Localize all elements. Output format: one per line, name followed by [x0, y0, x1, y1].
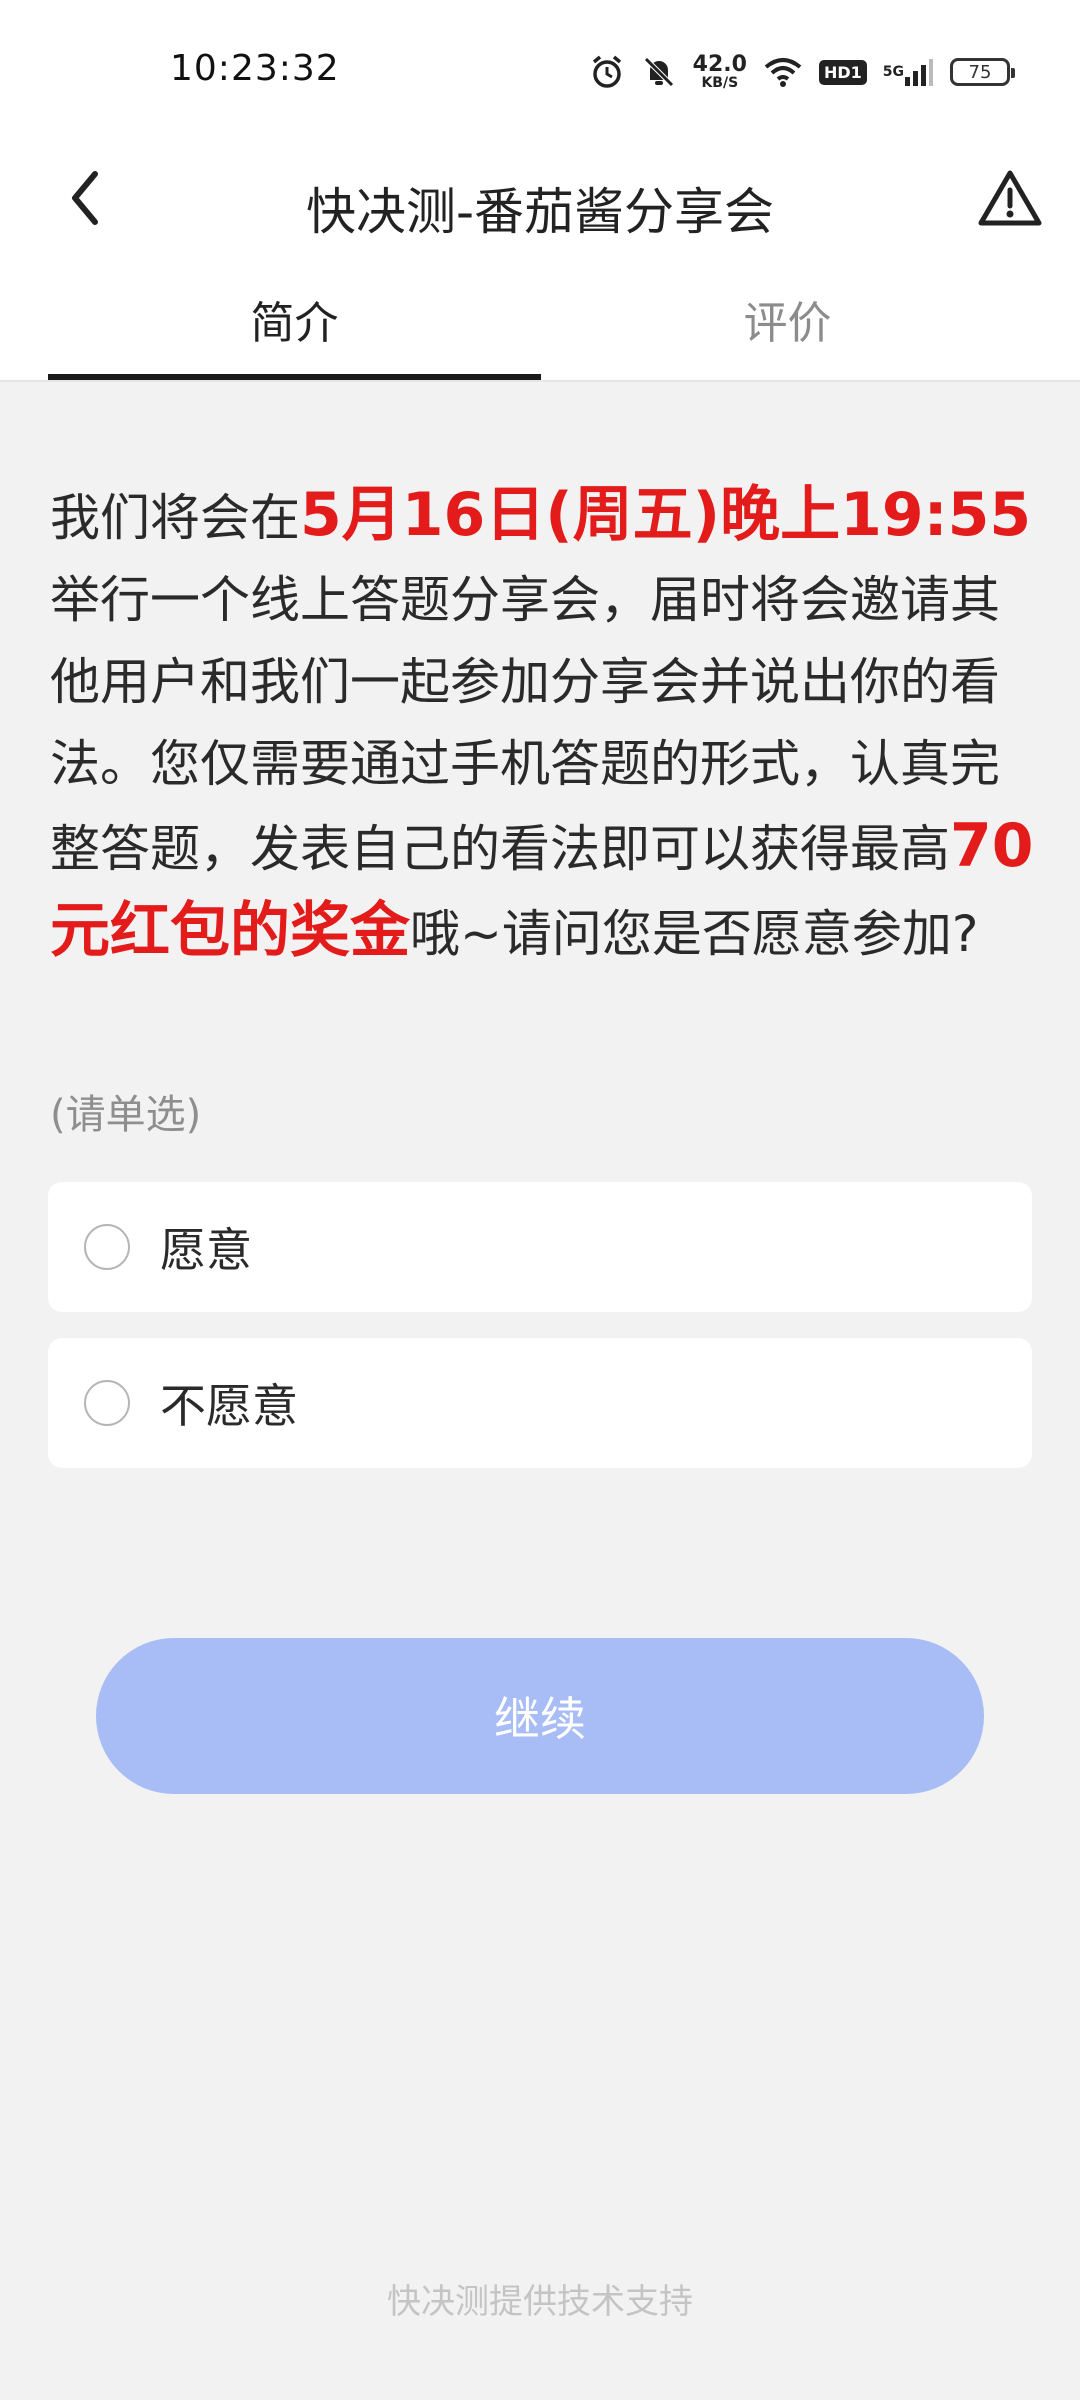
question-text: 我们将会在5月16日(周五)晚上19:55 举行一个线上答题分享会，届时将会邀请其…: [50, 474, 1040, 975]
question-part-3: 哦~请问您是否愿意参加?: [410, 905, 979, 963]
report-button[interactable]: [970, 150, 1050, 250]
signal-icon: 5G: [883, 57, 934, 87]
mute-bell-icon: [641, 54, 677, 90]
battery-icon: 75: [950, 58, 1015, 86]
tab-intro[interactable]: 简介: [48, 260, 541, 378]
radio-button[interactable]: [84, 1224, 130, 1270]
option-label: 愿意: [160, 1223, 252, 1277]
app-bar: 快决测-番茄酱分享会: [0, 140, 1080, 260]
tab-bar: 简介 评价: [0, 260, 1080, 382]
alarm-icon: [589, 54, 625, 90]
page-title: 快决测-番茄酱分享会: [305, 183, 775, 241]
question-highlight-time: 5月16日(周五)晚上19:55: [300, 480, 1032, 550]
continue-button[interactable]: 继续: [96, 1638, 984, 1794]
net-speed-unit: KB/S: [701, 75, 739, 91]
question-part-1: 我们将会在: [50, 489, 300, 547]
status-bar: 10:23:32 42.0 KB/S HD1 5G 75: [0, 0, 1080, 140]
question-part-2: 举行一个线上答题分享会，届时将会邀请其他用户和我们一起参加分享会并说出你的看法。…: [50, 571, 1000, 878]
wifi-icon: [763, 56, 803, 88]
network-type: 5G: [882, 64, 904, 80]
single-choice-hint: (请单选): [50, 1092, 202, 1138]
option-label: 不愿意: [160, 1379, 298, 1433]
footer-support-text: 快决测提供技术支持: [387, 2282, 693, 2322]
tab-review[interactable]: 评价: [541, 260, 1034, 378]
net-speed: 42.0 KB/S: [692, 52, 747, 91]
net-speed-value: 42.0: [692, 52, 747, 77]
status-icons: 42.0 KB/S HD1 5G 75: [589, 50, 1015, 94]
content-area: 我们将会在5月16日(周五)晚上19:55 举行一个线上答题分享会，届时将会邀请其…: [0, 382, 1080, 2400]
radio-button[interactable]: [84, 1380, 130, 1426]
hd-icon: HD1: [818, 59, 867, 85]
option-willing[interactable]: 愿意: [48, 1182, 1032, 1312]
option-unwilling[interactable]: 不愿意: [48, 1338, 1032, 1468]
tab-indicator: [48, 374, 541, 380]
warning-icon: [977, 168, 1043, 232]
battery-level: 75: [968, 61, 992, 83]
status-time: 10:23:32: [170, 48, 340, 89]
